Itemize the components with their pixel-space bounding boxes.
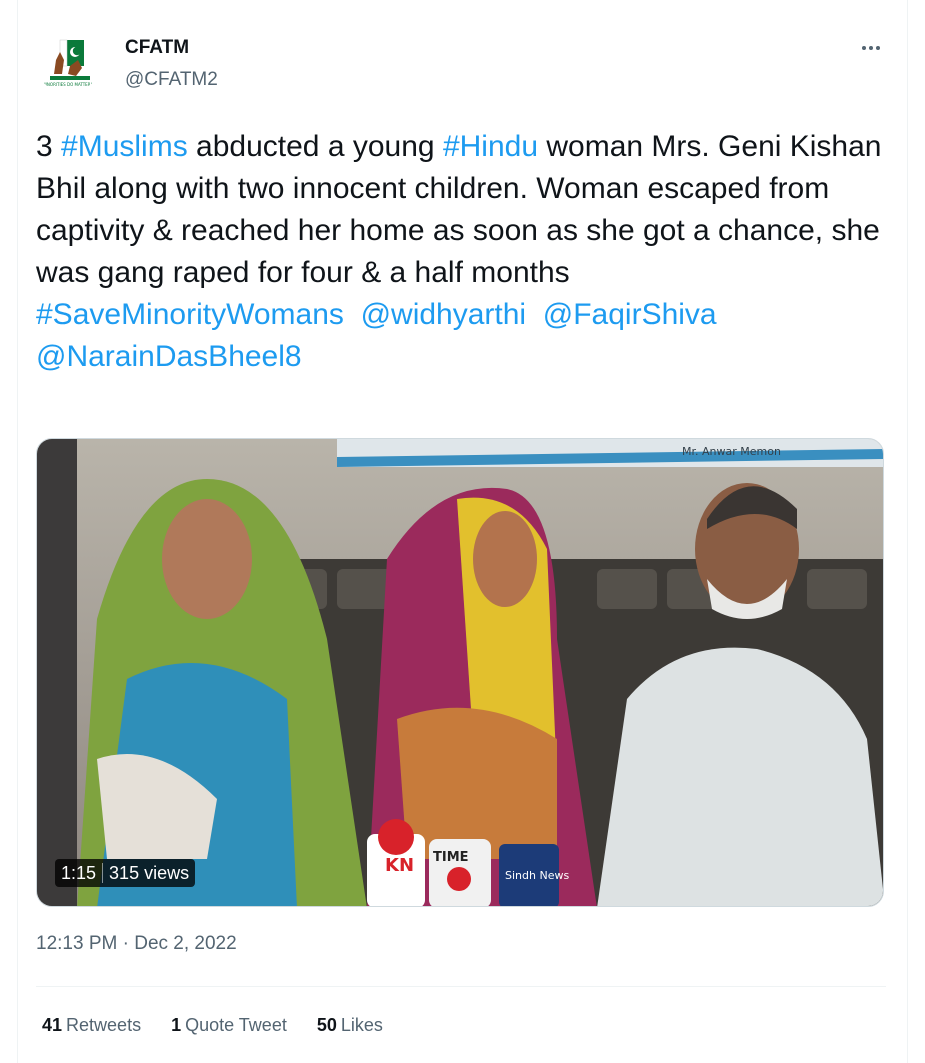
text-segment: abducted a young — [187, 130, 443, 163]
retweets-stat[interactable]: 41 Retweets — [42, 1015, 141, 1036]
author-name[interactable]: CFATM — [125, 37, 189, 59]
video-info-badge: 1:15 315 views — [55, 859, 196, 887]
video-views: 315 views — [109, 862, 190, 883]
likes-count: 50 — [316, 1015, 337, 1035]
quotes-label: Quote Tweet — [185, 1015, 287, 1035]
more-options-button[interactable] — [856, 36, 886, 60]
retweets-label: Retweets — [66, 1015, 142, 1035]
avatar-logo-icon: MINORITIES DO MATTER!! — [36, 30, 100, 94]
likes-label: Likes — [340, 1015, 383, 1035]
retweets-count: 41 — [42, 1015, 63, 1035]
tweet-time[interactable]: 12:13 PM — [36, 933, 117, 954]
mention-link[interactable]: @NarainDasBheel8 — [36, 340, 302, 373]
more-dot — [869, 46, 873, 50]
video-duration: 1:15 — [61, 862, 97, 883]
badge-divider — [102, 863, 104, 883]
banner-text: Mr. Anwar Memon — [682, 445, 781, 458]
tweet-stats: 41 Retweets 1 Quote Tweet 50 Likes — [42, 1015, 383, 1036]
text-segment: 3 — [36, 130, 62, 163]
tweet-date[interactable]: Dec 2, 2022 — [134, 933, 236, 954]
hashtag-link[interactable]: #Muslims — [61, 130, 188, 163]
avatar-caption: MINORITIES DO MATTER!! — [42, 82, 93, 87]
video-player[interactable]: Mr. Anwar Memon KN TIME Sindh News 1:15 … — [36, 438, 884, 907]
hashtag-link[interactable]: #Hindu — [443, 130, 538, 163]
tweet-text: 3 #Muslims abducted a young #Hindu woman… — [36, 126, 886, 378]
mention-link[interactable]: @FaqirShiva — [543, 298, 717, 331]
quote-tweets-stat[interactable]: 1 Quote Tweet — [171, 1015, 287, 1036]
divider — [36, 986, 886, 987]
more-horizontal-icon — [862, 46, 866, 50]
author-handle[interactable]: @CFATM2 — [125, 69, 218, 91]
mic-label: Sindh News — [505, 869, 569, 882]
video-thumbnail: Mr. Anwar Memon KN TIME Sindh News — [37, 439, 883, 906]
tweet-timestamp: 12:13 PM · Dec 2, 2022 — [36, 933, 237, 955]
tweet-body: 3 #Muslims abducted a young #Hindu woman… — [36, 130, 881, 289]
quotes-count: 1 — [171, 1015, 182, 1035]
mic-label: TIME — [433, 850, 469, 865]
more-dot — [876, 46, 880, 50]
mention-link[interactable]: @widhyarthi — [361, 298, 527, 331]
author-avatar[interactable]: MINORITIES DO MATTER!! — [36, 30, 100, 94]
time-separator: · — [122, 933, 129, 954]
mic-label: KN — [385, 855, 414, 876]
hashtag-link[interactable]: #SaveMinorityWomans — [36, 298, 344, 331]
likes-stat[interactable]: 50 Likes — [317, 1015, 383, 1036]
